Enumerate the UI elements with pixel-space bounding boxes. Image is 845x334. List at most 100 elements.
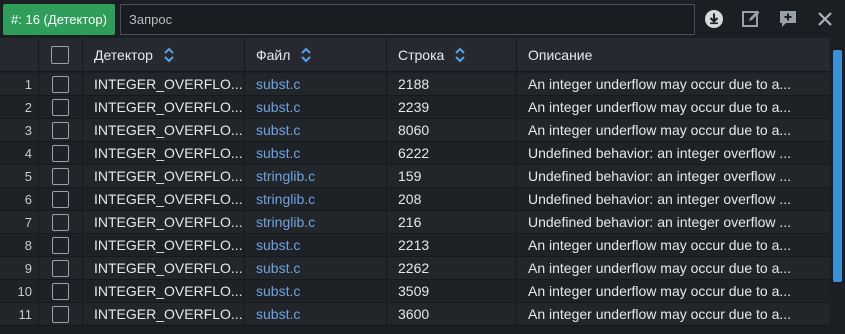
file-cell[interactable]: stringlib.c [244, 211, 386, 233]
table-row[interactable]: 8 INTEGER_OVERFLO... subst.c 2213 An integer… [0, 234, 830, 257]
row-number: 2 [24, 99, 32, 115]
file-cell[interactable]: subst.c [244, 96, 386, 118]
description-value: An integer underflow may occur due to a.… [528, 122, 792, 138]
row-select[interactable] [38, 73, 82, 95]
row-select[interactable] [38, 96, 82, 118]
line-cell: 216 [386, 211, 516, 233]
file-link[interactable]: subst.c [256, 76, 300, 92]
row-checkbox[interactable] [51, 282, 69, 300]
table-row[interactable]: 6 INTEGER_OVERFLO... stringlib.c 208 Undefin… [0, 188, 830, 211]
file-cell[interactable]: subst.c [244, 142, 386, 164]
row-select[interactable] [38, 257, 82, 279]
row-checkbox[interactable] [51, 190, 69, 208]
column-divider [244, 188, 245, 210]
scrollbar-thumb[interactable] [833, 50, 842, 282]
row-checkbox[interactable] [51, 167, 69, 185]
row-select[interactable] [38, 211, 82, 233]
column-divider [386, 280, 387, 302]
table-row[interactable]: 1 INTEGER_OVERFLO... subst.c 2188 An integer… [0, 73, 830, 96]
line-value: 3509 [398, 283, 430, 299]
column-divider [244, 234, 245, 256]
select-all-checkbox[interactable] [51, 45, 69, 64]
results-table: Детектор Файл Строка Описание 1 INTEGER_O… [0, 38, 830, 334]
vertical-scrollbar[interactable] [830, 38, 845, 334]
file-link[interactable]: subst.c [256, 237, 300, 253]
results-count-badge[interactable]: #: 16 (Детектор) [3, 4, 115, 35]
description-cell: An integer underflow may occur due to a.… [516, 119, 830, 141]
row-number: 5 [24, 168, 32, 184]
header-detector[interactable]: Детектор [82, 38, 244, 71]
row-select[interactable] [38, 303, 82, 325]
table-row[interactable]: 9 INTEGER_OVERFLO... subst.c 2262 An integer… [0, 257, 830, 280]
file-link[interactable]: subst.c [256, 145, 300, 161]
file-cell[interactable]: subst.c [244, 280, 386, 302]
row-checkbox[interactable] [51, 305, 69, 323]
line-cell: 3509 [386, 280, 516, 302]
column-divider [516, 96, 517, 118]
row-select[interactable] [38, 280, 82, 302]
edit-button[interactable] [740, 9, 762, 29]
row-checkbox[interactable] [51, 213, 69, 231]
row-number: 6 [24, 191, 32, 207]
file-link[interactable]: stringlib.c [256, 214, 315, 230]
column-divider [82, 119, 83, 141]
file-link[interactable]: stringlib.c [256, 191, 315, 207]
header-select-all[interactable] [38, 38, 82, 71]
line-cell: 2213 [386, 234, 516, 256]
header-description[interactable]: Описание [516, 38, 830, 71]
detector-cell: INTEGER_OVERFLO... [82, 73, 244, 95]
file-cell[interactable]: subst.c [244, 73, 386, 95]
sort-icon[interactable] [163, 47, 175, 63]
row-select[interactable] [38, 142, 82, 164]
detector-value: INTEGER_OVERFLO... [94, 260, 243, 276]
file-cell[interactable]: subst.c [244, 257, 386, 279]
row-checkbox[interactable] [51, 236, 69, 254]
file-link[interactable]: subst.c [256, 99, 300, 115]
file-cell[interactable]: stringlib.c [244, 165, 386, 187]
table-row[interactable]: 7 INTEGER_OVERFLO... stringlib.c 216 Undefin… [0, 211, 830, 234]
file-link[interactable]: stringlib.c [256, 168, 315, 184]
table-row[interactable]: 4 INTEGER_OVERFLO... subst.c 6222 Undefined … [0, 142, 830, 165]
file-link[interactable]: subst.c [256, 306, 300, 322]
column-divider [82, 142, 83, 164]
table-row[interactable]: 11 INTEGER_OVERFLO... subst.c 3600 An intege… [0, 303, 830, 326]
file-cell[interactable]: stringlib.c [244, 188, 386, 210]
row-checkbox[interactable] [51, 259, 69, 277]
file-cell[interactable]: subst.c [244, 119, 386, 141]
file-cell[interactable]: subst.c [244, 234, 386, 256]
search-input[interactable] [120, 4, 695, 35]
row-select[interactable] [38, 188, 82, 210]
row-select[interactable] [38, 119, 82, 141]
file-link[interactable]: subst.c [256, 260, 300, 276]
description-cell: Undefined behavior: an integer overflow … [516, 188, 830, 210]
close-button[interactable] [814, 9, 836, 29]
table-header: Детектор Файл Строка Описание [0, 38, 830, 72]
detector-value: INTEGER_OVERFLO... [94, 122, 243, 138]
table-row[interactable]: 10 INTEGER_OVERFLO... subst.c 3509 An intege… [0, 280, 830, 303]
download-button[interactable] [703, 9, 725, 29]
sort-icon[interactable] [300, 47, 312, 63]
add-comment-button[interactable] [777, 9, 799, 29]
header-file[interactable]: Файл [244, 38, 386, 71]
row-checkbox[interactable] [51, 121, 69, 139]
file-cell[interactable]: subst.c [244, 303, 386, 325]
file-link[interactable]: subst.c [256, 122, 300, 138]
row-number: 3 [24, 122, 32, 138]
sort-icon[interactable] [454, 47, 466, 63]
row-checkbox[interactable] [51, 75, 69, 93]
close-icon [818, 12, 832, 26]
column-divider [516, 165, 517, 187]
download-icon [705, 10, 723, 28]
table-row[interactable]: 2 INTEGER_OVERFLO... subst.c 2239 An integer… [0, 96, 830, 119]
detector-value: INTEGER_OVERFLO... [94, 145, 243, 161]
row-select[interactable] [38, 234, 82, 256]
header-line[interactable]: Строка [386, 38, 516, 71]
column-divider [516, 303, 517, 325]
table-row[interactable]: 3 INTEGER_OVERFLO... subst.c 8060 An integer… [0, 119, 830, 142]
file-link[interactable]: subst.c [256, 283, 300, 299]
description-value: An integer underflow may occur due to a.… [528, 260, 792, 276]
table-row[interactable]: 5 INTEGER_OVERFLO... stringlib.c 159 Undefin… [0, 165, 830, 188]
row-select[interactable] [38, 165, 82, 187]
row-checkbox[interactable] [51, 98, 69, 116]
row-checkbox[interactable] [51, 144, 69, 162]
